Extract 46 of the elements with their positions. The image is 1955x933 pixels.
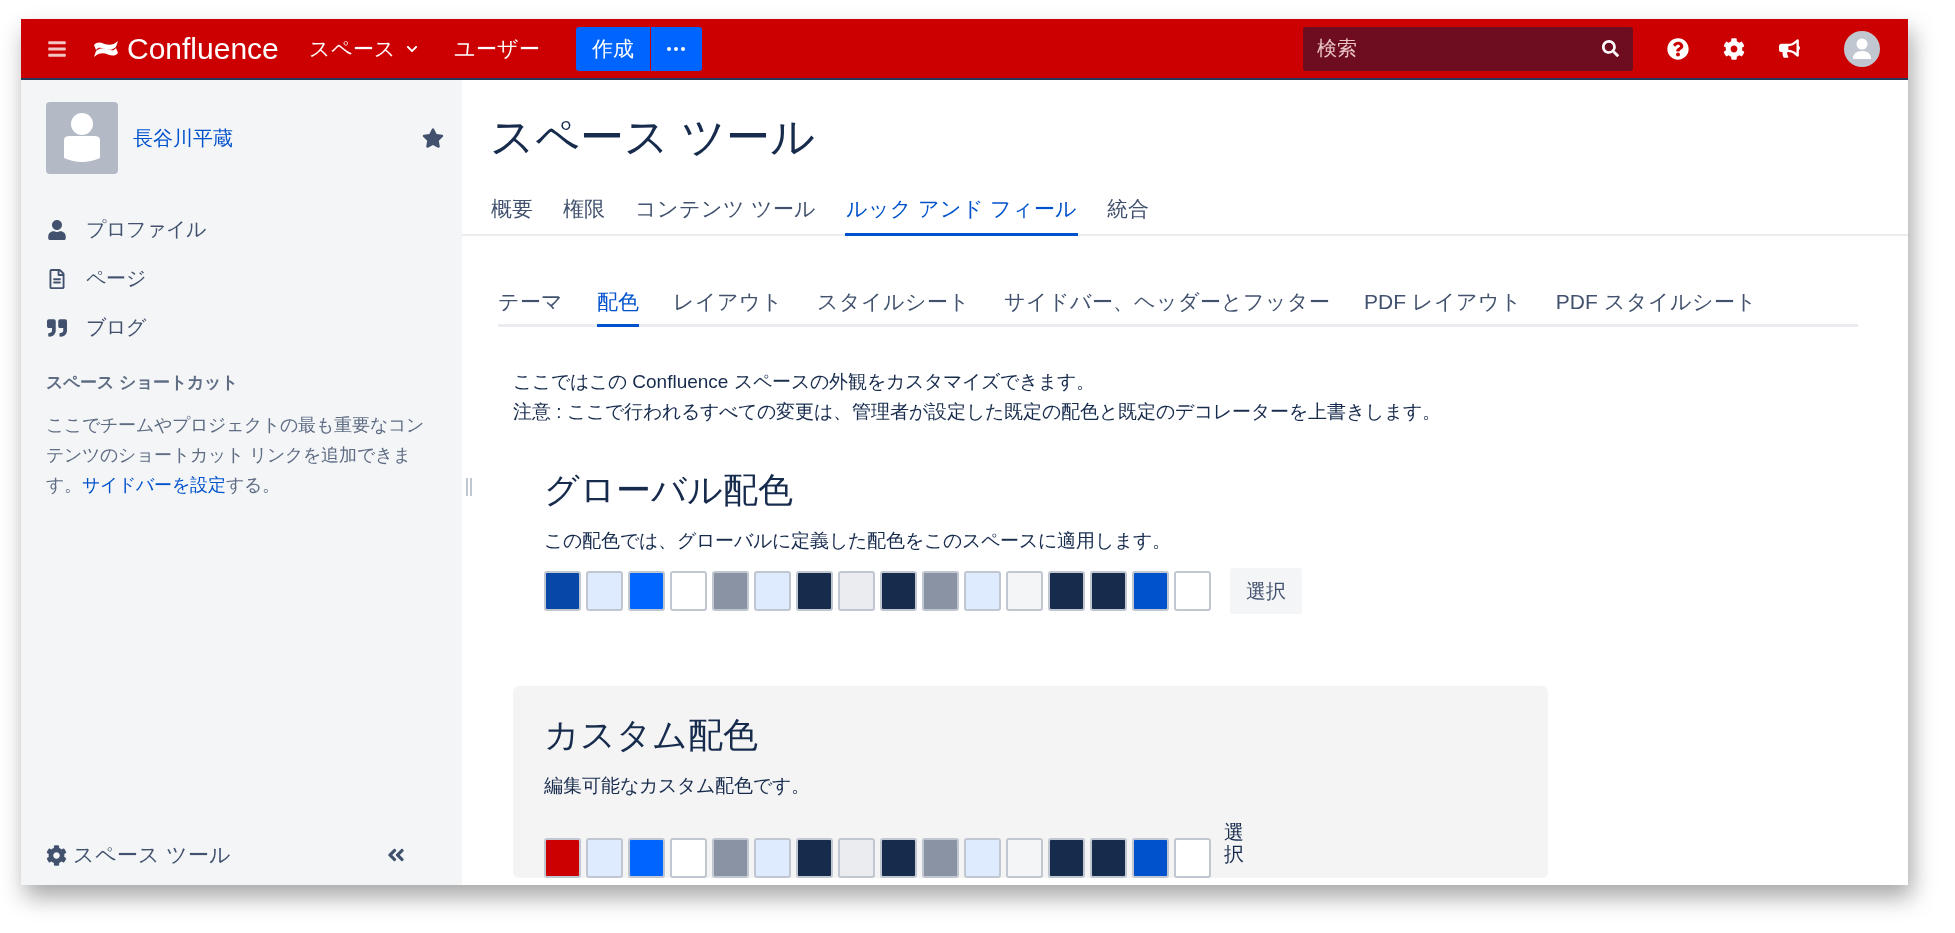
tab[interactable]: 権限 [562,193,606,236]
star-icon[interactable] [422,127,444,149]
section-description: 編集可能なカスタム配色です。 [544,774,811,798]
settings-icon[interactable] [1723,37,1745,60]
selected-label: 選択 [1224,821,1244,865]
quote-icon [46,317,68,338]
sub-tab[interactable]: PDF レイアウト [1364,288,1522,327]
nav-link[interactable]: スペース [308,34,418,63]
sub-tab[interactable]: 配色 [597,288,639,327]
page-title: スペース ツール [490,111,817,163]
sidebar-item[interactable]: プロファイル [46,216,448,243]
sidebar-item[interactable]: ページ [46,265,448,292]
nav-link[interactable]: ユーザー [453,34,540,63]
description-text: ここではこの Confluence スペースの外観をカスタマイズできます。 [513,370,1096,394]
shortcut-description: ここでチームやプロジェクトの最も重要なコンテンツのショートカット リンクを追加できます。サイドバーを設定する。 [46,414,425,497]
more-icon [667,46,686,51]
sub-tab[interactable]: スタイルシート [817,288,970,327]
person-icon [46,219,68,240]
section-description: この配色では、グローバルに定義した配色をこのスペースに適用します。 [544,529,1172,553]
product-name[interactable]: Confluence [127,31,279,66]
tab[interactable]: コンテンツ ツール [634,193,817,236]
menu-icon[interactable] [47,38,67,59]
description-text: 注意 : ここで行われるすべての変更は、管理者が設定した既定の配色と既定のデコレーターを上書きします。 [513,400,1442,424]
sidebar-item[interactable]: ブログ [46,314,448,341]
space-tools-link[interactable]: スペース ツール [46,841,231,869]
megaphone-icon[interactable] [1779,38,1800,59]
search-icon[interactable] [1602,39,1619,57]
gear-icon [46,844,67,866]
space-name[interactable]: 長谷川平蔵 [133,124,233,152]
help-icon[interactable] [1667,37,1689,60]
tab[interactable]: 概要 [490,193,534,236]
section-heading: スペース ショートカット [46,372,239,394]
sub-tab[interactable]: テーマ [498,288,563,327]
search-field[interactable]: 検索 [1303,26,1633,71]
configure-sidebar-link[interactable]: サイドバーを設定 [82,475,226,495]
create-button[interactable]: 作成 [575,26,650,71]
select-button[interactable]: 選択 [1230,568,1302,614]
sub-tab[interactable]: レイアウト [673,288,783,327]
sub-tab[interactable]: PDF スタイルシート [1555,288,1757,327]
tab[interactable]: ルック アンド フィール [844,193,1078,236]
user-avatar[interactable] [1844,30,1880,67]
section-heading: カスタム配色 [544,714,759,756]
tab[interactable]: 統合 [1105,193,1150,236]
resize-handle[interactable] [466,478,472,496]
sub-tab[interactable]: サイドバー、ヘッダーとフッター [1004,288,1330,327]
section-heading: グローバル配色 [544,469,794,511]
